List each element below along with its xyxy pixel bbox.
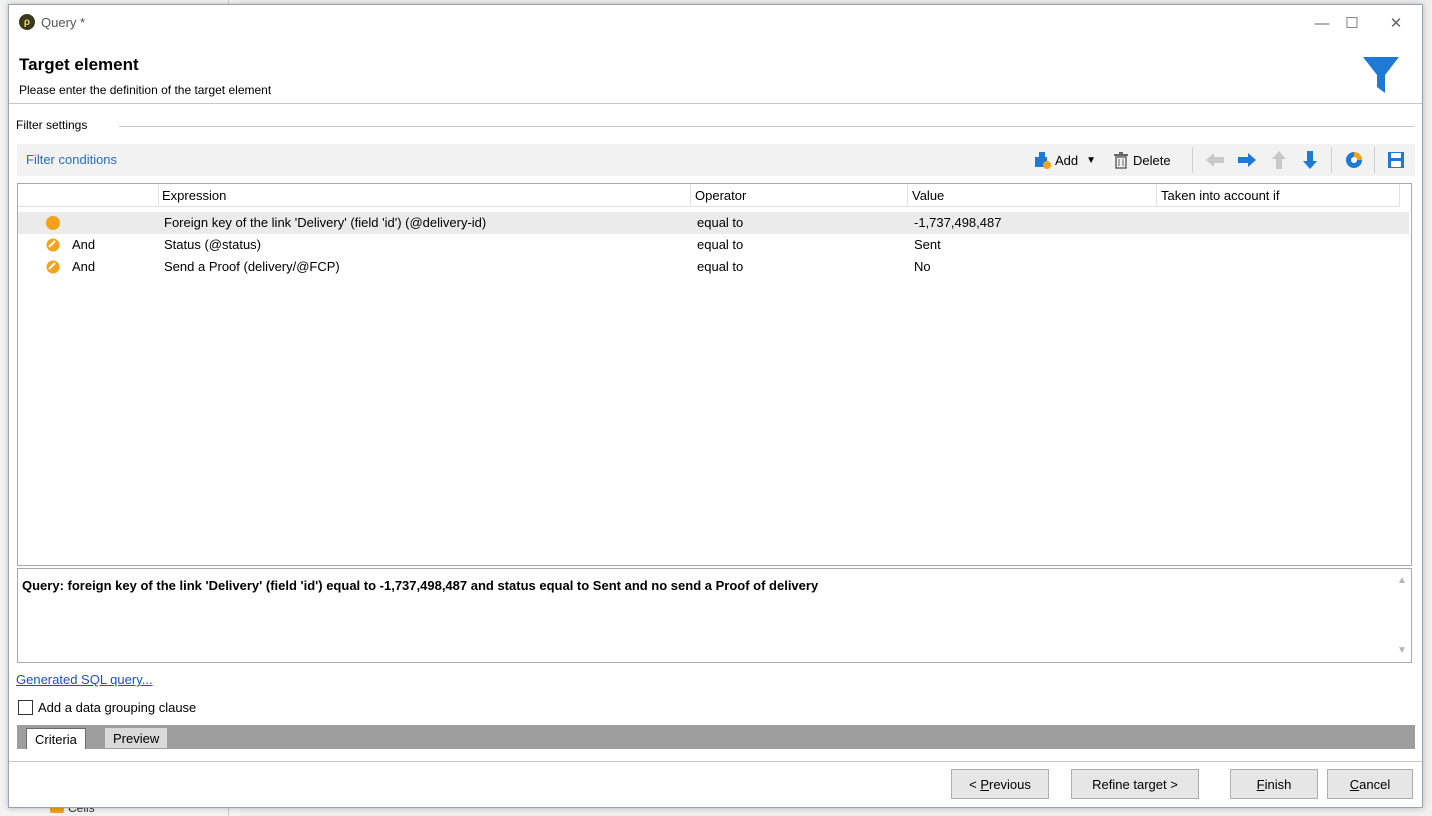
wizard-header: Target element Please enter the definiti… [9,41,1422,104]
previous-mnemonic: P [980,776,989,792]
table-row[interactable]: And Send a Proof (delivery/@FCP) equal t… [18,256,1409,278]
value-cell: No [914,259,931,274]
column-separator [907,184,908,206]
arrow-right-icon [1238,153,1256,167]
title-bar: ρ Query * — ☐ ✕ [9,5,1422,41]
finish-rest: inish [1264,776,1292,792]
distribution-button[interactable] [1344,150,1364,170]
and-condition-icon [46,260,60,274]
move-up-button[interactable] [1270,150,1288,170]
arrow-left-icon [1206,153,1224,167]
scroll-up-icon[interactable]: ▲ [1396,575,1408,586]
page-title: Target element [19,55,139,74]
cancel-button[interactable]: Cancel [1327,769,1413,799]
generated-sql-link[interactable]: Generated SQL query... [16,672,153,687]
conditions-grid: Expression Operator Value Taken into acc… [17,183,1412,566]
toolbar-separator [1374,147,1375,173]
pie-chart-icon [1346,152,1362,168]
expression-cell: Status (@status) [164,237,262,252]
toolbar-separator [1331,147,1332,173]
cancel-mnemonic: C [1349,776,1360,792]
refine-target-button[interactable]: Refine target > [1071,769,1199,799]
column-separator [158,184,159,206]
move-right-button[interactable] [1237,150,1257,170]
maximize-button[interactable]: ☐ [1335,11,1369,35]
grid-header: Expression Operator Value Taken into acc… [18,184,1400,207]
cancel-rest: ancel [1359,776,1391,792]
value-cell: -1,737,498,487 [914,215,1002,230]
arrow-up-icon [1272,151,1286,169]
app-icon: ρ [19,14,35,30]
filter-toolbar: Filter conditions Add ▼ Delete [17,144,1415,176]
close-button[interactable]: ✕ [1379,11,1413,35]
window-title: Query * [41,15,86,30]
footer-divider [9,761,1422,762]
column-header-expression[interactable]: Expression [162,188,226,203]
query-dialog: ρ Query * — ☐ ✕ Target element Please en… [8,4,1423,808]
move-down-button[interactable] [1301,150,1319,170]
expression-cell: Send a Proof (delivery/@FCP) [164,259,340,274]
previous-rest: revious [988,776,1031,792]
filter-conditions-label: Filter conditions [26,152,118,167]
operator-cell: equal to [697,237,744,252]
expression-cell: Foreign key of the link 'Delivery' (fiel… [164,215,487,230]
grouping-checkbox[interactable] [18,700,33,715]
finish-mnemonic: F [1256,776,1265,792]
and-condition-icon [46,238,60,252]
add-label: Add [1055,152,1079,168]
query-summary-box[interactable]: Query: foreign key of the link 'Delivery… [17,568,1412,663]
column-separator [1399,184,1400,206]
arrow-down-icon [1303,151,1317,169]
delete-button[interactable]: Delete [1113,150,1171,170]
operator-cell: equal to [697,215,744,230]
add-button[interactable]: Add ▼ [1033,150,1096,170]
tab-bar: Criteria Preview [17,725,1415,749]
scroll-down-icon[interactable]: ▼ [1396,645,1408,656]
previous-button[interactable]: < Previous [951,769,1049,799]
connector-cell: And [72,237,96,252]
condition-icon [46,216,60,230]
toolbar-separator [1192,147,1193,173]
column-header-taken-into-account[interactable]: Taken into account if [1161,188,1280,203]
grouping-checkbox-label: Add a data grouping clause [38,700,197,715]
finish-button[interactable]: Finish [1230,769,1318,799]
filter-settings-legend: Filter settings [16,118,92,132]
query-summary-text: Query: foreign key of the link 'Delivery… [22,578,819,593]
previous-prefix: < [969,776,981,792]
tab-preview[interactable]: Preview [105,728,168,748]
chevron-down-icon[interactable]: ▼ [1086,155,1096,166]
trash-icon [1114,152,1128,169]
table-row[interactable]: Foreign key of the link 'Delivery' (fiel… [18,212,1409,234]
column-header-operator[interactable]: Operator [695,188,746,203]
funnel-icon [1363,57,1399,93]
column-separator [1156,184,1157,206]
value-cell: Sent [914,237,941,252]
grouping-clause-option[interactable]: Add a data grouping clause [18,700,196,715]
page-subtitle: Please enter the definition of the targe… [19,83,272,97]
column-separator [690,184,691,206]
operator-cell: equal to [697,259,744,274]
filter-settings-divider [119,126,1415,127]
add-condition-icon [1035,152,1051,169]
connector-cell: And [72,259,96,274]
tab-criteria[interactable]: Criteria [26,728,86,749]
move-left-button[interactable] [1205,150,1225,170]
delete-label: Delete [1133,152,1171,168]
save-icon [1388,152,1404,168]
column-header-value[interactable]: Value [912,188,944,203]
save-button[interactable] [1387,150,1405,170]
table-row[interactable]: And Status (@status) equal to Sent [18,234,1409,256]
minimize-button[interactable]: — [1305,11,1339,35]
